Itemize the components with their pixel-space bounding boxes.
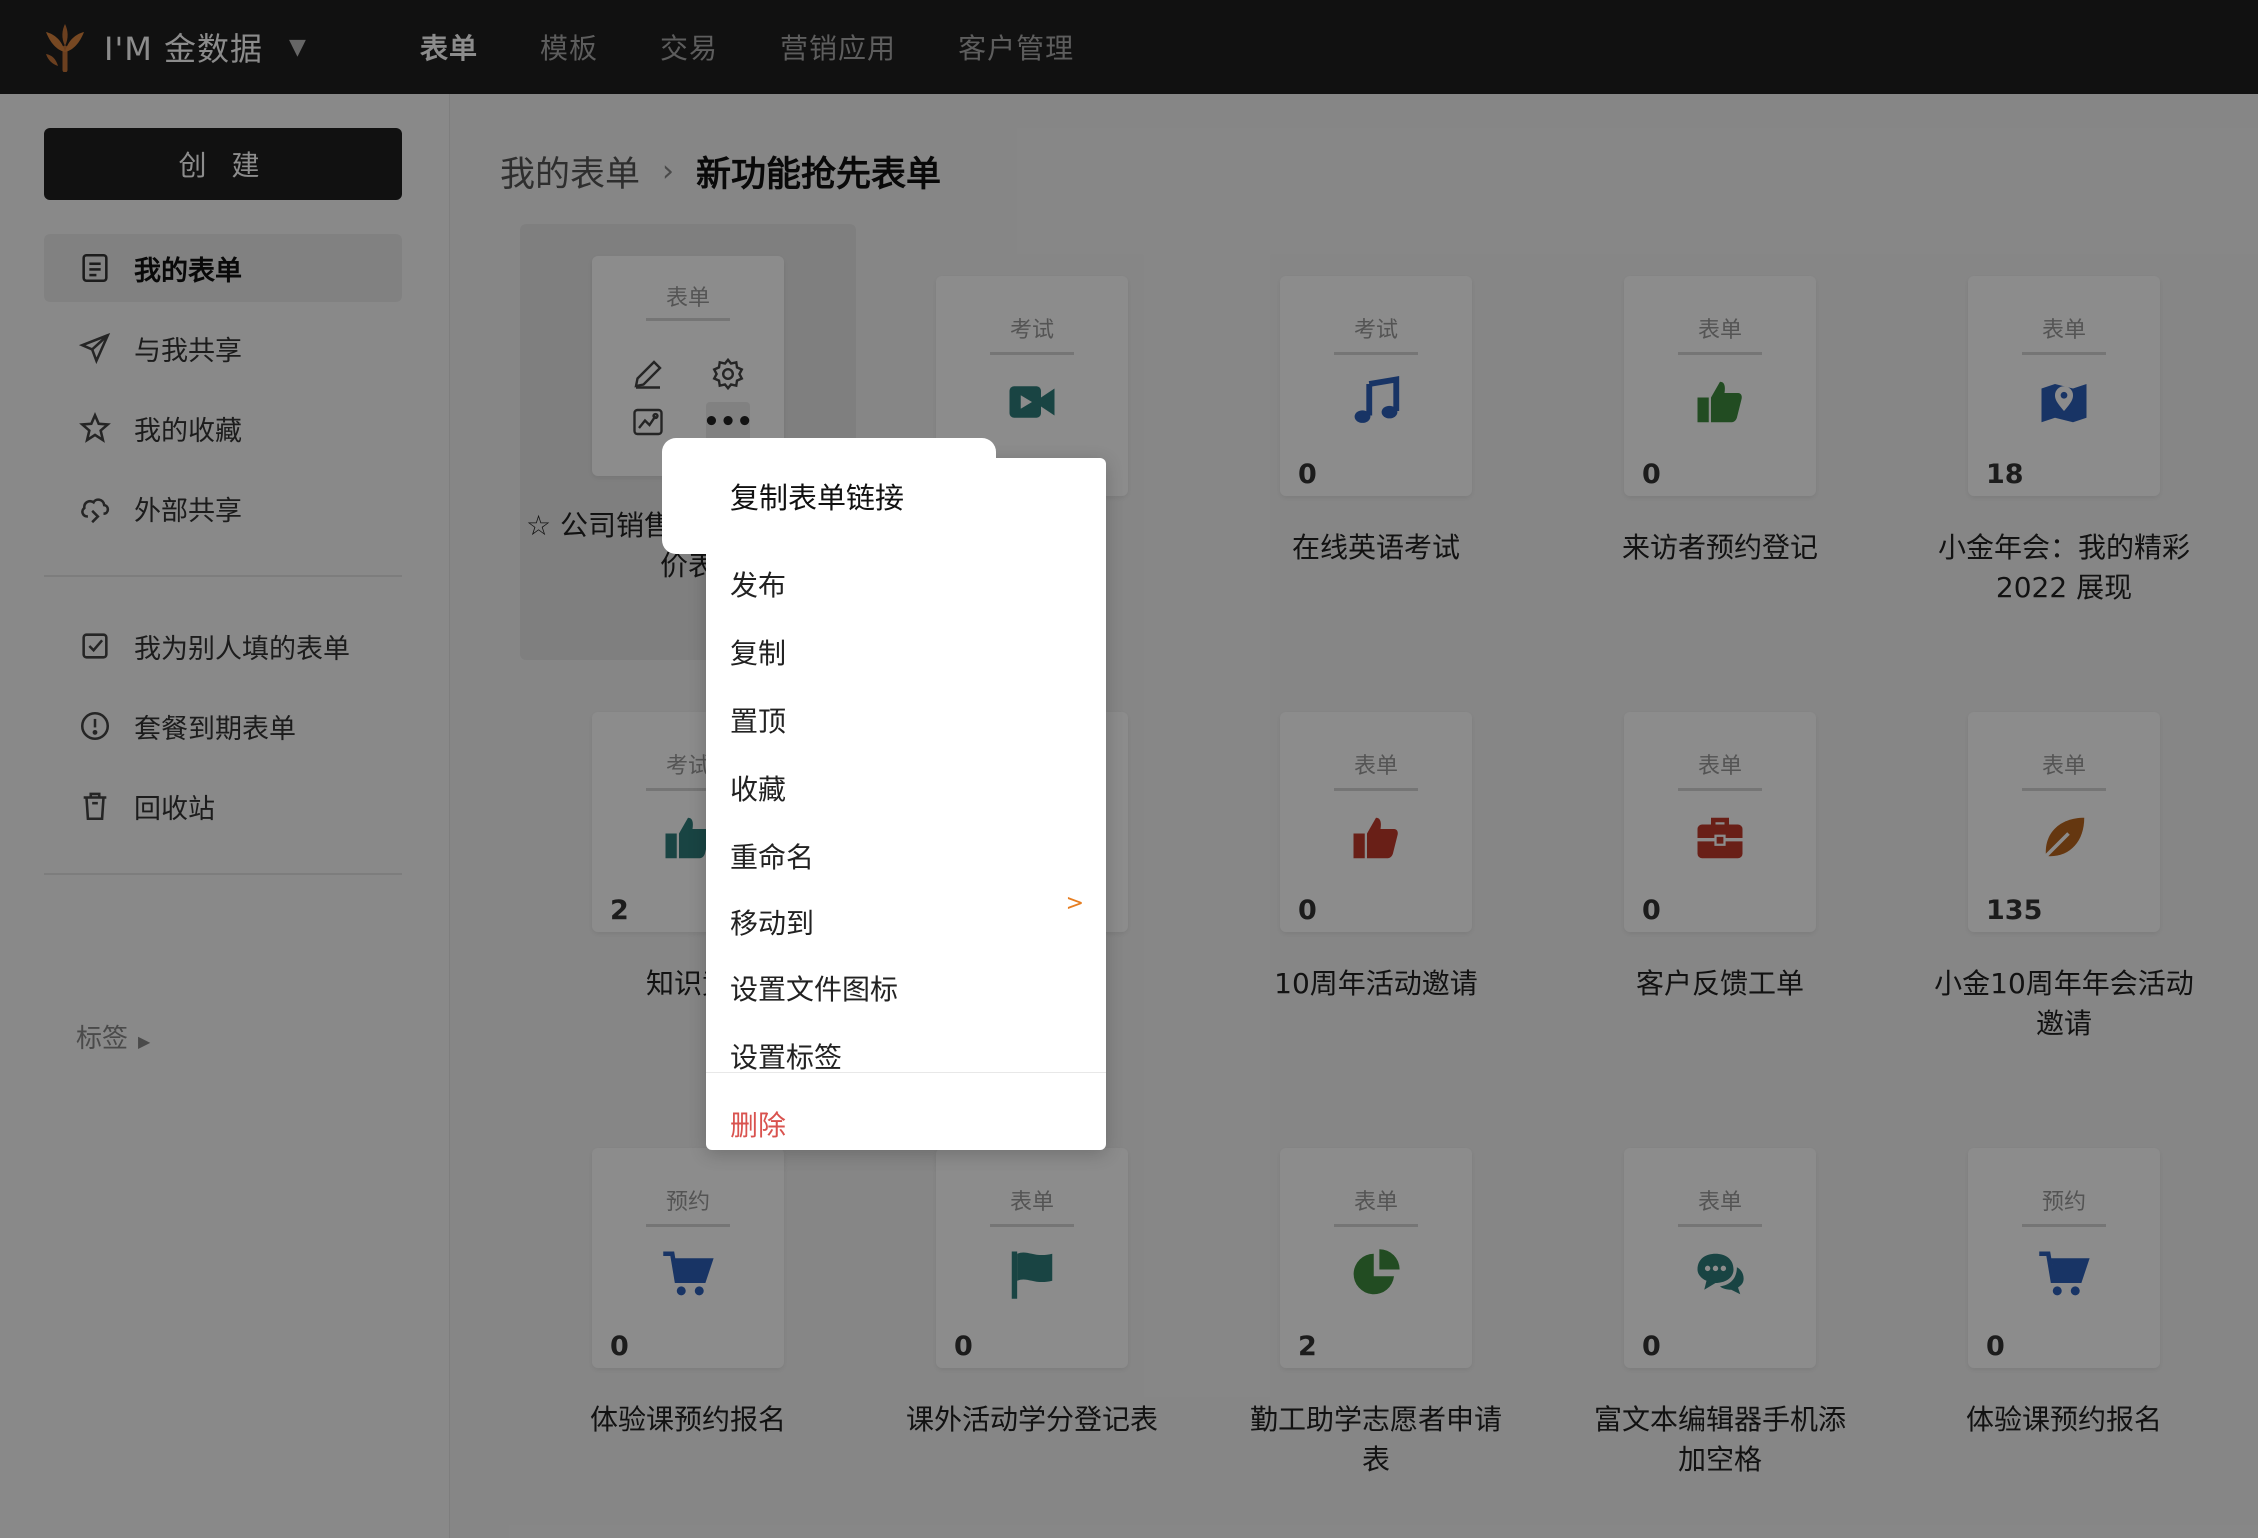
menu-item-move-to[interactable]: 移动到 [730,902,814,942]
menu-item-rename[interactable]: 重命名 [730,836,814,876]
menu-item-label: 复制表单链接 [730,481,905,515]
menu-divider [706,1072,1106,1073]
menu-item-set-tags[interactable]: 设置标签 [730,1036,842,1076]
menu-item-favorite[interactable]: 收藏 [730,768,786,808]
menu-item-publish[interactable]: 发布 [730,564,786,604]
chevron-right-icon: > [1065,891,1084,916]
menu-item-set-file-icon[interactable]: 设置文件图标 [730,968,898,1008]
modal-dim-overlay[interactable] [0,0,2258,1538]
context-menu: 发布 复制 置顶 收藏 重命名 移动到 > 设置文件图标 设置标签 删除 [706,458,1106,1150]
menu-item-duplicate[interactable]: 复制 [730,632,786,672]
menu-item-delete[interactable]: 删除 [730,1104,786,1144]
menu-item-pin-top[interactable]: 置顶 [730,700,786,740]
menu-item-copy-form-link[interactable]: 复制表单链接 [662,438,996,554]
